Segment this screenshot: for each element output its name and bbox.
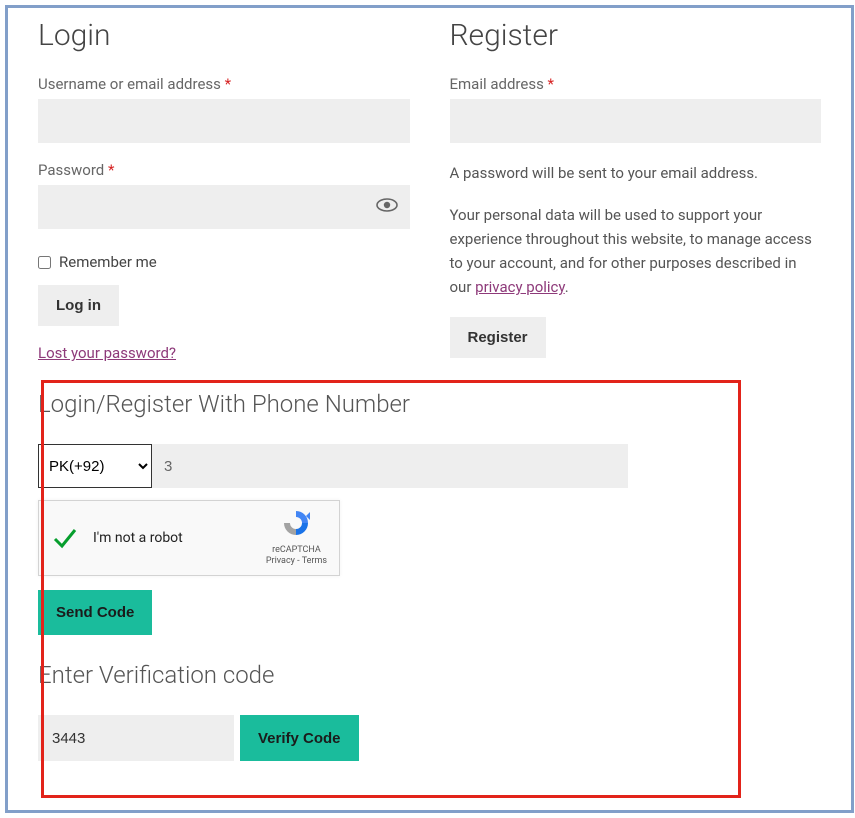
pw-notice: A password will be sent to your email ad… bbox=[450, 161, 822, 185]
checkmark-icon bbox=[51, 524, 79, 552]
username-label: Username or email address * bbox=[38, 75, 410, 93]
verify-title: Enter Verification code bbox=[38, 661, 821, 689]
eye-icon[interactable] bbox=[376, 197, 398, 218]
register-title: Register bbox=[450, 18, 822, 53]
verify-code-button[interactable]: Verify Code bbox=[240, 715, 359, 761]
reg-email-input[interactable] bbox=[450, 99, 822, 143]
recaptcha-label: I'm not a robot bbox=[93, 530, 266, 546]
login-title: Login bbox=[38, 18, 410, 53]
phone-input[interactable] bbox=[152, 444, 628, 488]
password-label: Password * bbox=[38, 161, 410, 179]
remember-label: Remember me bbox=[59, 253, 157, 271]
register-column: Register Email address * A password will… bbox=[450, 18, 822, 362]
lost-password-link[interactable]: Lost your password? bbox=[38, 344, 176, 362]
register-button[interactable]: Register bbox=[450, 317, 546, 358]
verification-code-input[interactable] bbox=[38, 715, 234, 761]
recaptcha-brand: reCAPTCHA Privacy - Terms bbox=[266, 508, 327, 568]
recaptcha-icon bbox=[280, 508, 312, 538]
login-button[interactable]: Log in bbox=[38, 285, 119, 326]
send-code-button[interactable]: Send Code bbox=[38, 590, 152, 635]
phone-title: Login/Register With Phone Number bbox=[38, 390, 821, 418]
phone-auth-section: Login/Register With Phone Number PK(+92)… bbox=[38, 390, 821, 761]
password-input[interactable] bbox=[38, 185, 410, 229]
remember-row[interactable]: Remember me bbox=[38, 253, 410, 271]
login-column: Login Username or email address * Passwo… bbox=[38, 18, 410, 362]
privacy-notice: Your personal data will be used to suppo… bbox=[450, 203, 822, 299]
reg-email-label: Email address * bbox=[450, 75, 822, 93]
privacy-link[interactable]: privacy policy bbox=[475, 278, 565, 296]
username-input[interactable] bbox=[38, 99, 410, 143]
remember-checkbox[interactable] bbox=[38, 256, 51, 269]
recaptcha-widget[interactable]: I'm not a robot reCAPTCHA Privacy - Term… bbox=[38, 500, 340, 576]
country-code-select[interactable]: PK(+92) bbox=[38, 444, 152, 488]
